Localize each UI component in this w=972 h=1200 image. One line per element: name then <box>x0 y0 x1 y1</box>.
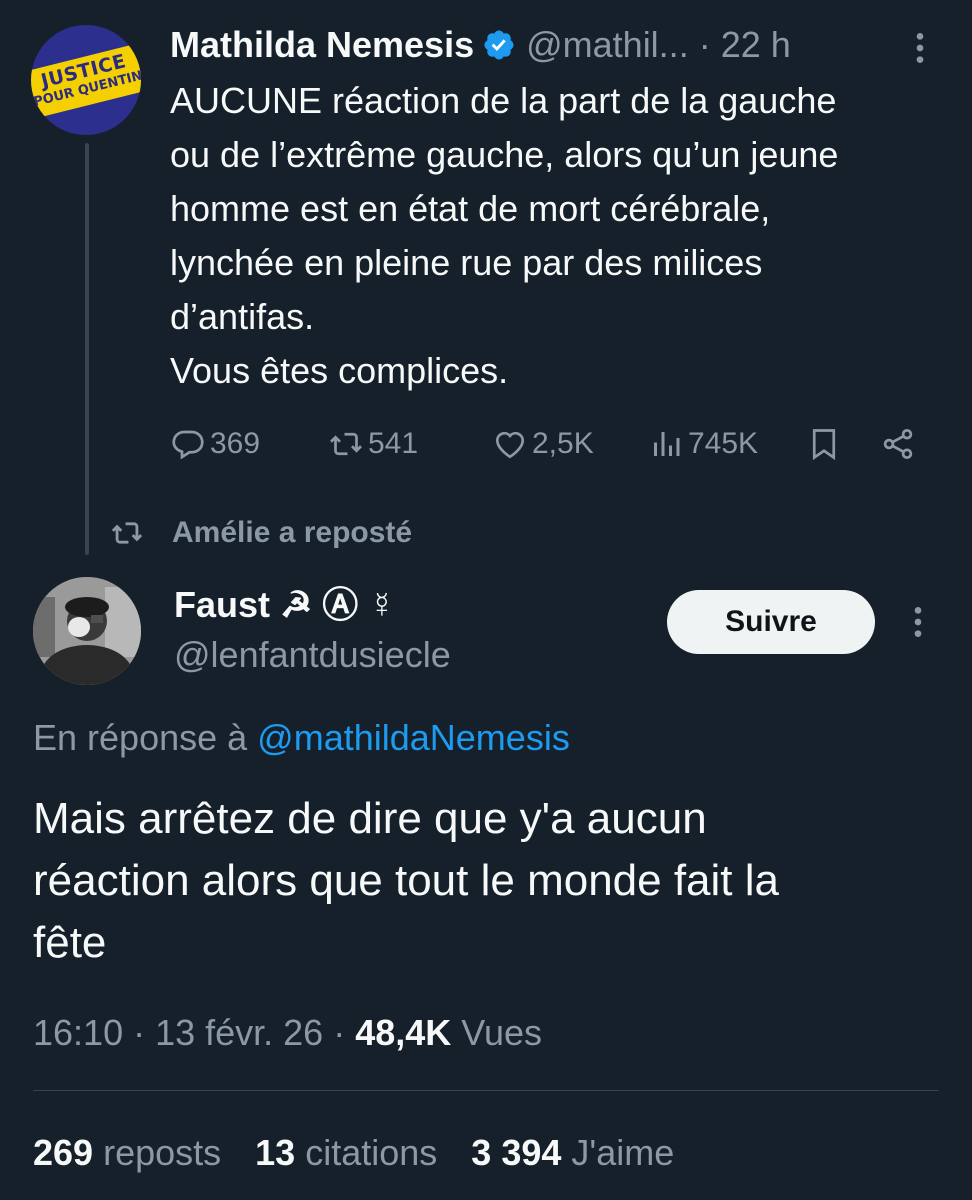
quotes-label: citations <box>305 1132 438 1173</box>
share-icon <box>883 429 913 459</box>
like-count: 2,5K <box>532 427 594 460</box>
views-icon <box>654 432 680 456</box>
more-icon[interactable] <box>900 28 940 68</box>
tweet-time[interactable]: · 22 h <box>699 24 791 66</box>
tweet-text: AUCUNE réaction de la part de la gauche … <box>170 74 950 398</box>
share-button[interactable] <box>880 418 916 470</box>
reply-icon <box>172 430 204 460</box>
tweet-line: ou de l’extrême gauche, alors qu’un jeun… <box>170 134 839 175</box>
quotes-stat[interactable]: 13 citations <box>255 1130 437 1176</box>
reposts-stat[interactable]: 269 reposts <box>33 1130 221 1176</box>
thread-line <box>85 143 89 555</box>
repost-icon <box>111 522 143 544</box>
divider <box>33 1090 939 1091</box>
tweet-meta: 16:10 · 13 févr. 26 · 48,4K Vues <box>33 1010 542 1056</box>
tweet-line: homme est en état de mort cérébrale, <box>170 188 771 229</box>
bookmark-icon <box>812 429 836 461</box>
repost-icon <box>330 432 362 456</box>
tweet-header: Mathilda Nemesis @mathil... · 22 h <box>170 24 791 66</box>
author-handle[interactable]: @mathil... <box>526 24 689 66</box>
avatar[interactable] <box>33 577 141 685</box>
avatar-photo <box>33 577 141 685</box>
views-label: Vues <box>461 1012 543 1053</box>
tweet-timestamp[interactable]: 16:10 · 13 févr. 26 · <box>33 1012 345 1053</box>
reply-context: En réponse à @mathildaNemesis <box>33 716 570 760</box>
like-button[interactable]: 2,5K <box>492 418 594 470</box>
author-handle[interactable]: @lenfantdusiecle <box>174 634 451 676</box>
tweet-text: Mais arrêtez de dire que y'a aucun réact… <box>33 788 943 974</box>
tweet-line: réaction alors que tout le monde fait la <box>33 856 780 905</box>
engagement-stats: 269 reposts 13 citations 3 394 J'aime <box>33 1130 708 1176</box>
tweet-line: Mais arrêtez de dire que y'a aucun <box>33 794 707 843</box>
more-icon[interactable] <box>898 600 938 644</box>
tweet-line: lynchée en pleine rue par des milices <box>170 242 763 283</box>
tweet-line: fête <box>33 918 107 967</box>
reply-button[interactable]: 369 <box>170 418 260 470</box>
views-button[interactable]: 745K <box>648 418 758 470</box>
repost-label[interactable]: Amélie a reposté <box>172 516 412 550</box>
author-name[interactable]: Mathilda Nemesis <box>170 24 474 66</box>
views-count: 745K <box>688 427 759 460</box>
reply-handle-link[interactable]: @mathildaNemesis <box>257 717 570 758</box>
likes-label: J'aime <box>571 1132 675 1173</box>
tweet-line: Vous êtes complices. <box>170 350 509 391</box>
bookmark-button[interactable] <box>806 418 842 470</box>
verified-icon <box>484 30 514 60</box>
likes-count: 3 394 <box>471 1132 562 1173</box>
reposts-label: reposts <box>103 1132 222 1173</box>
tweet-line: AUCUNE réaction de la part de la gauche <box>170 80 837 121</box>
follow-button[interactable]: Suivre <box>667 590 875 654</box>
reposts-count: 269 <box>33 1132 94 1173</box>
author-name[interactable]: Faust ☭ Ⓐ ☿ <box>174 584 395 626</box>
avatar[interactable]: JUSTICE POUR QUENTIN <box>31 25 141 135</box>
repost-button[interactable]: 541 <box>328 418 418 470</box>
repost-context: Amélie a reposté <box>110 516 412 550</box>
likes-stat[interactable]: 3 394 J'aime <box>471 1130 674 1176</box>
tweet-line: d’antifas. <box>170 296 315 337</box>
like-icon <box>495 431 525 459</box>
repost-count: 541 <box>368 427 419 460</box>
reply-prefix: En réponse à <box>33 717 248 758</box>
reply-count: 369 <box>210 427 261 460</box>
avatar-banner: JUSTICE POUR QUENTIN <box>31 41 141 121</box>
quotes-count: 13 <box>255 1132 296 1173</box>
views-count: 48,4K <box>355 1012 452 1053</box>
